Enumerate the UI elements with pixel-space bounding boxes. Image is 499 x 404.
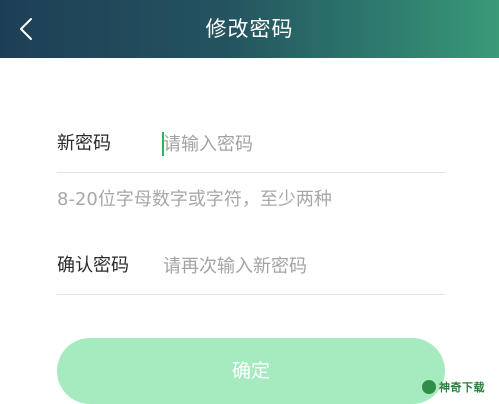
password-rule-hint: 8-20位字母数字或字符，至少两种 — [57, 189, 332, 210]
confirm-password-row: 确认密码 — [57, 238, 445, 295]
confirm-password-input[interactable] — [163, 250, 433, 282]
header-bar: 修改密码 — [0, 0, 499, 58]
new-password-input[interactable] — [163, 128, 433, 160]
watermark-text: 神奇下载 — [439, 381, 485, 394]
watermark: 神奇下载 — [422, 378, 485, 396]
new-password-row: 新密码 — [57, 116, 445, 173]
watermark-logo-icon — [422, 380, 436, 394]
new-password-label: 新密码 — [57, 133, 111, 154]
confirm-button[interactable]: 确定 — [57, 338, 445, 404]
confirm-password-label: 确认密码 — [57, 255, 129, 276]
page-title: 修改密码 — [205, 17, 294, 41]
change-password-page: 修改密码 新密码 8-20位字母数字或字符，至少两种 确认密码 确定 神奇下载 — [0, 0, 499, 404]
